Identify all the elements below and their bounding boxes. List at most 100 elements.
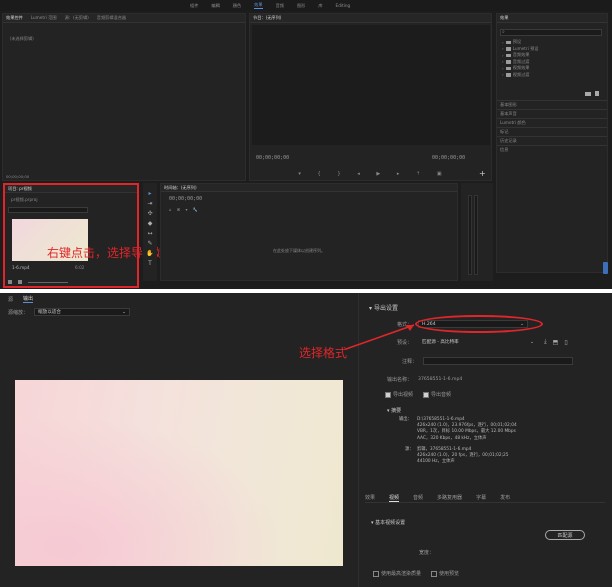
timeline-drop-hint: 在此处放下媒体以创建序列。: [273, 248, 325, 253]
summary-title: ▾ 摘要: [387, 408, 402, 414]
zoom-slider[interactable]: [28, 282, 68, 283]
effects-search-field[interactable]: ⌕: [500, 29, 602, 36]
preview-tab-bar: 源 输出: [0, 293, 356, 305]
section-history[interactable]: 历史记录: [497, 136, 607, 145]
tab-multiplexer[interactable]: 多路复用器: [437, 494, 462, 501]
chevron-down-icon: ⌄: [530, 339, 535, 345]
program-timecode-right: 00;00;00;00: [432, 155, 466, 161]
program-timecode-left: 00;00;00;00: [256, 155, 290, 161]
icon-view-icon[interactable]: [18, 280, 22, 284]
tab-effects[interactable]: 效果: [365, 494, 375, 501]
ripple-edit-icon[interactable]: ✣: [146, 209, 154, 217]
export-frame-icon[interactable]: ▣: [437, 171, 442, 177]
section-markers[interactable]: 标记: [497, 127, 607, 136]
max-render-quality-checkbox[interactable]: 使用最高渲染质量: [373, 570, 421, 577]
tab-audio-clip-mixer[interactable]: 音频剪辑混合器: [97, 15, 126, 21]
step-back-icon[interactable]: ◂: [357, 171, 360, 177]
tab-audio[interactable]: 音频: [413, 494, 423, 501]
project-file-name: pr视频.prproj: [11, 197, 38, 202]
timeline-panel: 时间轴：(无序列) 00;00;00;00 ⌂ ⌘ ▾ 🔧 在此处放下媒体以创建…: [160, 183, 458, 281]
project-search-input[interactable]: [8, 207, 88, 213]
tab-output[interactable]: 输出: [23, 295, 34, 303]
section-essential-graphics[interactable]: 基本图形: [497, 100, 607, 109]
section-essential-sound[interactable]: 基本声音: [497, 109, 607, 118]
source-scaling-label: 源缩放：: [8, 309, 29, 316]
snap-icon[interactable]: ⌂: [169, 207, 172, 212]
checkbox-unchecked-icon: [431, 570, 438, 577]
annotation-arrow: [345, 324, 415, 350]
comment-input[interactable]: [423, 357, 574, 365]
tab-publish[interactable]: 发布: [500, 494, 510, 501]
output-name-link[interactable]: 37658551-1-6.mp4: [418, 377, 462, 382]
add-button-icon[interactable]: +: [479, 169, 486, 178]
tab-lumetri-scopes[interactable]: Lumetri 范围: [31, 15, 57, 21]
selection-tool-icon[interactable]: ▸: [146, 189, 154, 197]
menu-item[interactable]: 图形: [297, 3, 305, 9]
scrollbar-handle[interactable]: [603, 262, 608, 274]
collapse-icon[interactable]: ▾: [369, 305, 372, 312]
menu-item[interactable]: 組件: [190, 3, 198, 9]
tab-captions[interactable]: 字幕: [476, 494, 486, 501]
list-view-icon[interactable]: [8, 280, 12, 284]
save-preset-icon[interactable]: ⤓: [544, 338, 547, 346]
output-name-label: 输出名称：: [387, 377, 413, 383]
section-info[interactable]: 信息: [497, 145, 607, 154]
export-audio-checkbox[interactable]: 导出音频: [423, 391, 451, 398]
premiere-workspace-screenshot: 組件 編輯 顏色 效果 音频 图形 库 Editing 效果控件 Lumetri…: [0, 0, 612, 289]
menu-item[interactable]: 音频: [276, 3, 284, 9]
lift-icon[interactable]: ⇡: [416, 171, 420, 177]
track-select-icon[interactable]: ⇥: [146, 199, 154, 207]
tab-video[interactable]: 视频: [389, 494, 400, 502]
tab-source[interactable]: 源: [8, 296, 13, 303]
summary-output-label: 输出：: [399, 417, 412, 422]
summary-source: 剪辑，37658551-1-6.mp4 426x240 (1.0)，20 fps…: [417, 447, 509, 465]
effects-panel: 效果 ⌕ › 预设 › Lumetri 预设 › 音频效果 › 音频过渡 › 视频效果 ›…: [496, 13, 608, 274]
collapse-icon[interactable]: ▾: [371, 520, 374, 526]
checkbox-checked-icon: [385, 391, 391, 398]
import-preset-icon[interactable]: ⬒: [553, 339, 559, 346]
hand-icon[interactable]: ✋: [146, 249, 154, 257]
razor-icon[interactable]: ◆: [146, 219, 154, 227]
preview-frame: [15, 380, 343, 566]
menu-item[interactable]: 库: [318, 3, 322, 9]
menu-item[interactable]: Editing: [336, 3, 351, 8]
use-previews-checkbox[interactable]: 使用预览: [431, 570, 459, 577]
tab-effect-controls[interactable]: 效果控件: [6, 15, 23, 21]
menu-item[interactable]: 顏色: [233, 3, 241, 9]
type-tool-icon[interactable]: T: [146, 259, 154, 267]
menu-item[interactable]: 編輯: [211, 3, 219, 9]
pen-icon[interactable]: ✎: [146, 239, 154, 247]
match-source-button[interactable]: 匹配源: [545, 530, 585, 540]
new-bin-icon[interactable]: [585, 92, 591, 96]
out-point-icon[interactable]: }: [337, 171, 340, 177]
menu-item-effects[interactable]: 效果: [254, 2, 263, 9]
timeline-timecode: 00;00;00;00: [169, 196, 203, 202]
step-forward-icon[interactable]: ▸: [397, 171, 400, 177]
linked-icon[interactable]: ⌘: [177, 207, 181, 212]
preset-dropdown[interactable]: 匹配源 - 高比特率 ⌄: [418, 338, 538, 346]
playback-controls: ▾ { } ◂ ▶ ▸ ⇡ ▣: [290, 170, 450, 178]
export-video-checkbox[interactable]: 导出视频: [385, 391, 413, 398]
play-icon[interactable]: ▶: [376, 171, 380, 177]
slip-icon[interactable]: ↔: [146, 229, 154, 237]
delete-preset-icon[interactable]: ▯: [564, 339, 567, 346]
marker-icon[interactable]: ▾: [298, 171, 301, 177]
marker-add-icon[interactable]: ▾: [186, 207, 188, 212]
folder-icon: [505, 53, 511, 57]
wrench-icon[interactable]: 🔧: [193, 207, 198, 212]
tab-source[interactable]: 源：(无剪辑): [65, 15, 89, 21]
section-lumetri-color[interactable]: Lumetri 颜色: [497, 118, 607, 127]
no-clip-selected-text: （未选择剪辑）: [7, 36, 37, 41]
output-name-row: 输出名称： 37658551-1-6.mp4: [387, 376, 462, 383]
checkbox-checked-icon: [423, 391, 430, 398]
program-monitor-panel: 节目：(无序列) 00;00;00;00 00;00;00;00 ▾ { } ◂…: [249, 13, 492, 181]
tools-panel: ▸ ⇥ ✣ ◆ ↔ ✎ ✋ T: [143, 183, 157, 281]
audio-meter: [461, 183, 493, 281]
tree-item[interactable]: › 视频过渡: [502, 72, 602, 79]
width-label: 宽度：: [419, 550, 435, 556]
trash-icon[interactable]: [595, 91, 599, 96]
source-scaling-dropdown[interactable]: 缩放以适合 ⌄: [34, 308, 131, 316]
in-point-icon[interactable]: {: [318, 171, 321, 177]
collapse-icon[interactable]: ▾: [387, 408, 390, 414]
export-settings-title: ▾ 导出设置: [369, 305, 398, 312]
